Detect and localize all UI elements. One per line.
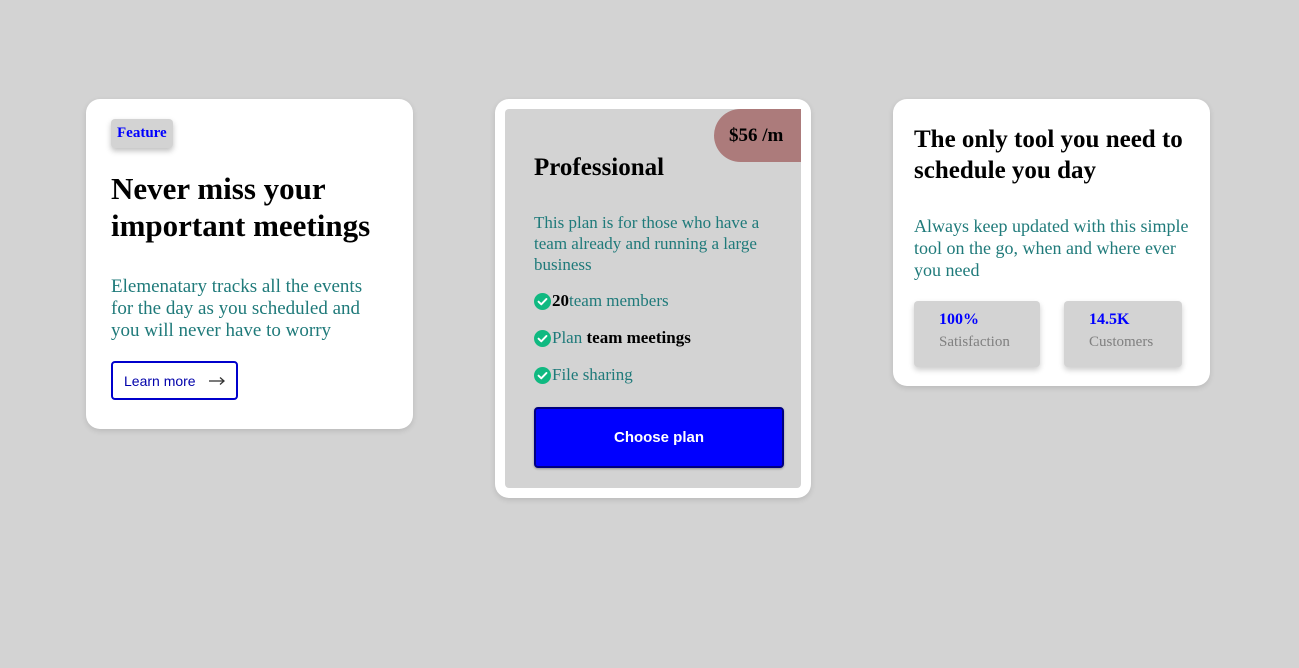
- tool-card-description: Always keep updated with this simple too…: [914, 216, 1189, 280]
- feature-text: File sharing: [552, 365, 633, 384]
- check-circle-icon: [534, 292, 551, 310]
- stat-label: Customers: [1089, 334, 1154, 350]
- stat-value: 14.5K: [1089, 311, 1130, 328]
- feature-card-title: Never miss your important meetings: [111, 171, 371, 243]
- feature-text: Plan: [552, 328, 587, 347]
- stat-customers: 14.5K Customers: [1064, 301, 1182, 367]
- feature-item: File sharing: [534, 364, 784, 386]
- tool-card: The only tool you need to schedule you d…: [893, 99, 1210, 386]
- feature-strong-lead: 20: [552, 291, 569, 310]
- stats-row: 100% Satisfaction 14.5K Customers: [914, 301, 1190, 367]
- feature-card-description: Elemenatary tracks all the events for th…: [111, 276, 363, 341]
- stat-value: 100%: [939, 311, 979, 328]
- stat-satisfaction: 100% Satisfaction: [914, 301, 1040, 367]
- choose-plan-button[interactable]: Choose plan: [534, 407, 784, 468]
- plan-description: This plan is for those who have a team a…: [534, 213, 760, 274]
- tool-card-title: The only tool you need to schedule you d…: [914, 126, 1183, 184]
- check-circle-icon: [534, 329, 551, 347]
- feature-card: Feature Never miss your important meetin…: [86, 99, 413, 429]
- pricing-card-inner: $56 /m Professional This plan is for tho…: [505, 109, 801, 488]
- feature-item: Plan team meetings: [534, 327, 784, 349]
- learn-more-label: Learn more: [124, 372, 196, 389]
- price-tag: $56 /m: [714, 109, 801, 162]
- feature-badge: Feature: [111, 119, 173, 148]
- stat-label: Satisfaction: [939, 334, 1010, 350]
- feature-list: 20 team members Plan team meetings File …: [534, 290, 784, 386]
- feature-text: team members: [569, 291, 669, 310]
- learn-more-button[interactable]: Learn more: [111, 361, 238, 400]
- check-circle-icon: [534, 366, 551, 384]
- feature-strong-tail: team meetings: [586, 328, 691, 347]
- feature-item: 20 team members: [534, 290, 784, 312]
- arrow-right-icon: [208, 376, 225, 385]
- pricing-card: $56 /m Professional This plan is for tho…: [495, 99, 811, 498]
